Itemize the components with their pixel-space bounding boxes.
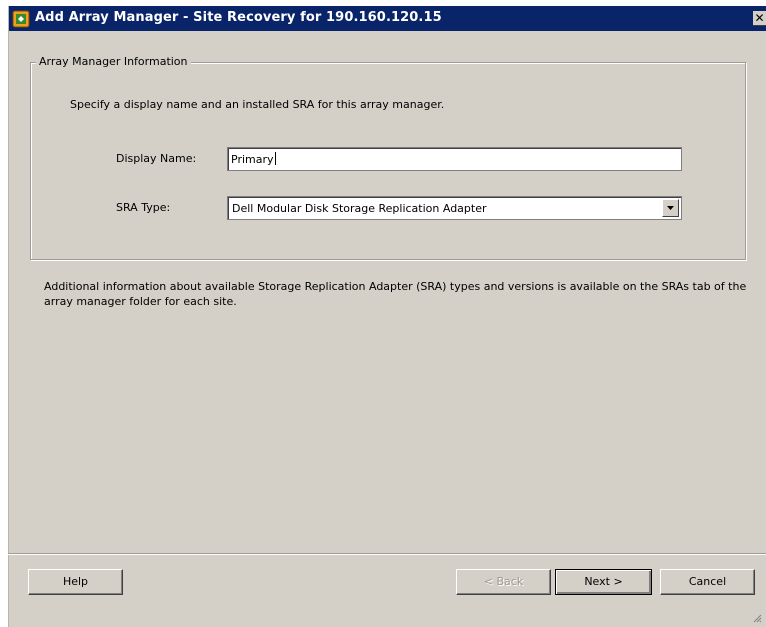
instruction-text: Specify a display name and an installed … [70, 98, 445, 111]
cancel-button[interactable]: Cancel [660, 569, 755, 595]
display-name-value: Primary [231, 153, 274, 166]
sra-type-value: Dell Modular Disk Storage Replication Ad… [232, 202, 487, 215]
resize-grip-icon[interactable] [752, 613, 762, 623]
window-title: Add Array Manager - Site Recovery for 19… [35, 10, 442, 25]
sra-type-label: SRA Type: [116, 201, 171, 214]
display-name-input[interactable]: Primary [227, 147, 682, 171]
close-icon[interactable]: ✕ [753, 11, 766, 26]
dropdown-arrow-icon[interactable] [662, 199, 679, 217]
text-caret [274, 152, 276, 165]
display-name-label: Display Name: [116, 152, 197, 165]
footer-separator [8, 553, 766, 555]
title-bar[interactable]: Add Array Manager - Site Recovery for 19… [9, 6, 766, 31]
site-recovery-app-icon [12, 10, 30, 28]
group-legend: Array Manager Information [36, 55, 191, 68]
sra-type-select[interactable]: Dell Modular Disk Storage Replication Ad… [227, 196, 682, 220]
help-button[interactable]: Help [28, 569, 123, 595]
back-button[interactable]: < Back [456, 569, 551, 595]
additional-info-text: Additional information about available S… [44, 280, 747, 308]
next-button[interactable]: Next > [555, 569, 652, 595]
